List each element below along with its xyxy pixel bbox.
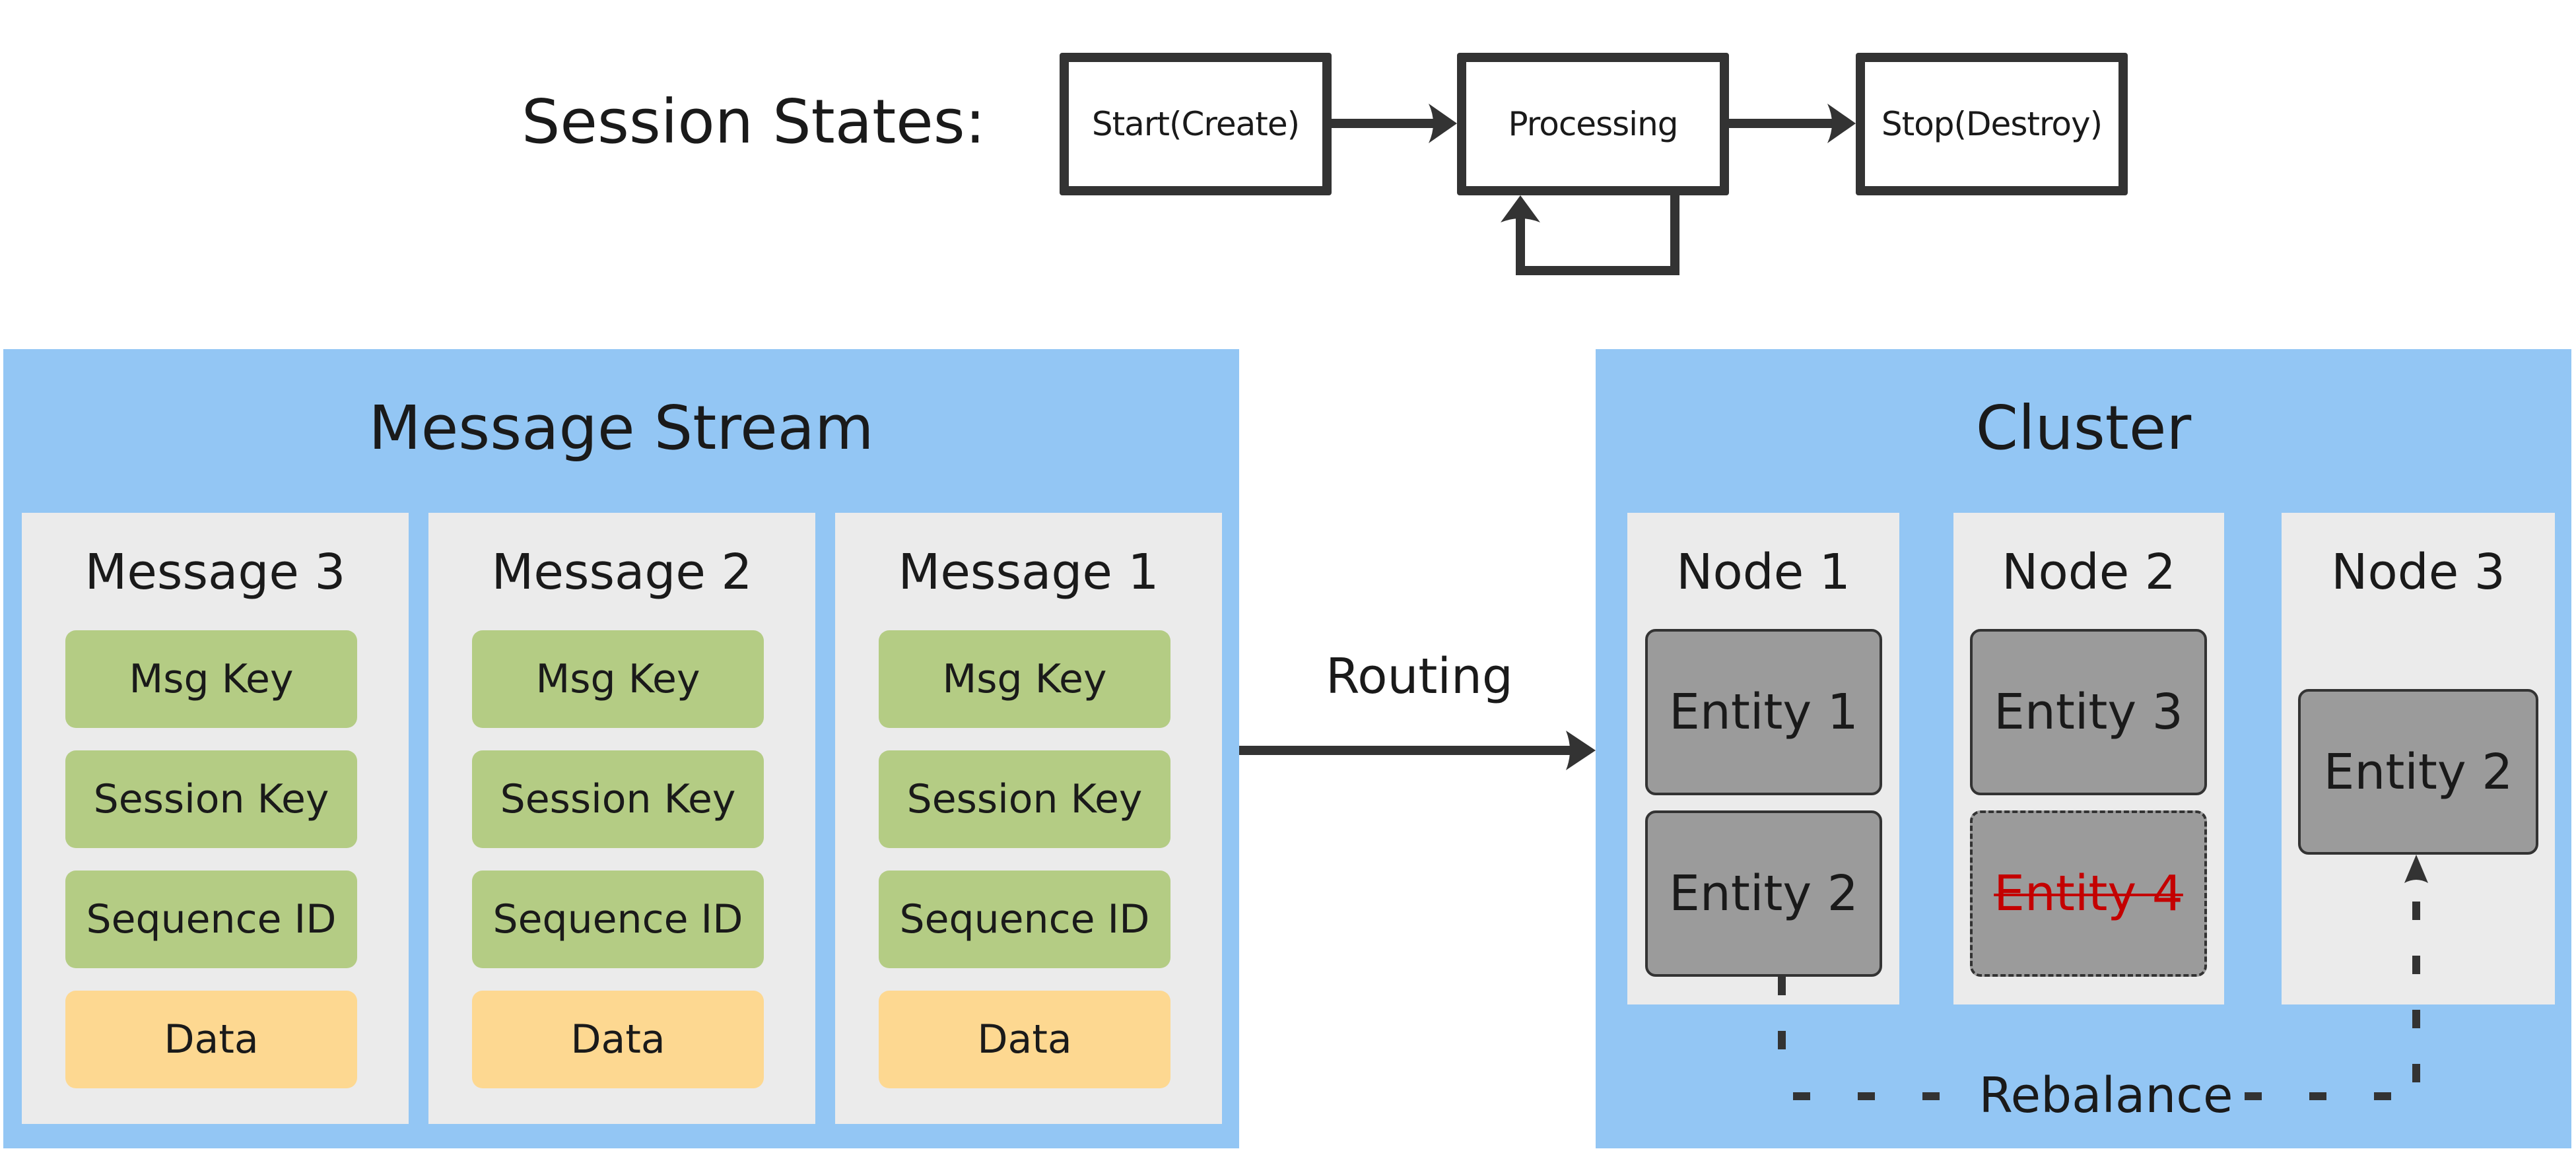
arrowhead-icon <box>1566 731 1596 770</box>
arrowhead-icon <box>1827 104 1856 143</box>
sequence-id-field: Sequence ID <box>879 871 1170 968</box>
msg-key-field: Msg Key <box>65 630 357 728</box>
message-title: Message 1 <box>898 544 1159 601</box>
session-key-field: Session Key <box>472 750 764 848</box>
message-card: Message 2 Msg Key Session Key Sequence I… <box>428 513 815 1124</box>
data-field: Data <box>472 991 764 1088</box>
arrowhead-icon <box>1429 104 1457 143</box>
routing-label: Routing <box>1326 648 1513 705</box>
cluster-title: Cluster <box>1975 393 2192 463</box>
session-key-field: Session Key <box>65 750 357 848</box>
arrowhead-icon <box>1501 195 1540 222</box>
state-stop: Stop(Destroy) <box>1856 53 2128 195</box>
sequence-id-field: Sequence ID <box>472 871 764 968</box>
message-card: Message 3 Msg Key Session Key Sequence I… <box>22 513 409 1124</box>
message-card: Message 1 Msg Key Session Key Sequence I… <box>835 513 1222 1124</box>
session-states-label: Session States: <box>522 86 986 157</box>
message-stream-title: Message Stream <box>368 393 874 463</box>
entity-box: Entity 2 <box>2298 689 2538 855</box>
entity-box: Entity 3 <box>1970 629 2207 795</box>
node-title: Node 1 <box>1676 544 1850 601</box>
data-field: Data <box>65 991 357 1088</box>
session-key-field: Session Key <box>879 750 1170 848</box>
message-title: Message 2 <box>491 544 753 601</box>
entity-box-removed: Entity 4 <box>1970 810 2207 977</box>
entity-box: Entity 1 <box>1645 629 1882 795</box>
entity-box: Entity 2 <box>1645 810 1882 977</box>
state-processing: Processing <box>1457 53 1729 195</box>
sequence-id-field: Sequence ID <box>65 871 357 968</box>
data-field: Data <box>879 991 1170 1088</box>
rebalance-label: Rebalance <box>1979 1067 2233 1124</box>
state-start: Start(Create) <box>1060 53 1332 195</box>
processing-self-loop <box>1516 195 1679 275</box>
node-title: Node 3 <box>2331 544 2505 601</box>
msg-key-field: Msg Key <box>472 630 764 728</box>
msg-key-field: Msg Key <box>879 630 1170 728</box>
message-title: Message 3 <box>85 544 346 601</box>
node-title: Node 2 <box>2002 544 2176 601</box>
